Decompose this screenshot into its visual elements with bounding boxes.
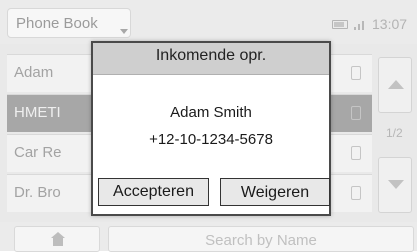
status-bar: Phone Book 13:07 bbox=[0, 0, 417, 44]
contact-name: Car Re bbox=[14, 144, 62, 161]
phone-icon bbox=[351, 186, 361, 200]
contact-name: HMETI bbox=[14, 104, 61, 121]
contact-name: Adam bbox=[14, 64, 54, 81]
phone-icon bbox=[351, 146, 361, 160]
accept-button[interactable]: Accepteren bbox=[98, 178, 209, 206]
caller-name: Adam Smith bbox=[170, 104, 252, 121]
phone-book-label: Phone Book bbox=[16, 15, 98, 32]
contact-name: Dr. Bro bbox=[14, 184, 61, 201]
scroll-down-button[interactable] bbox=[378, 157, 412, 213]
arrow-up-icon bbox=[388, 80, 404, 89]
clock: 13:07 bbox=[372, 16, 408, 32]
arrow-down-icon bbox=[388, 180, 404, 189]
decline-button[interactable]: Weigeren bbox=[220, 178, 330, 206]
bottom-bar: Search by Name bbox=[0, 222, 417, 252]
scroll-column: 1/2 bbox=[378, 57, 412, 213]
search-label: Search by Name bbox=[205, 232, 317, 249]
caller-number: +12-10-1234-5678 bbox=[149, 131, 273, 148]
battery-icon bbox=[332, 20, 348, 29]
scroll-up-button[interactable] bbox=[378, 57, 412, 113]
home-icon bbox=[51, 232, 65, 246]
page-indicator: 1/2 bbox=[386, 126, 403, 140]
incoming-call-dialog: Inkomende opr. Adam Smith +12-10-1234-56… bbox=[91, 41, 331, 216]
chevron-down-icon bbox=[120, 29, 128, 34]
home-button[interactable] bbox=[14, 226, 100, 252]
phone-icon bbox=[351, 66, 361, 80]
dialog-title: Inkomende opr. bbox=[155, 47, 267, 64]
phone-book-dropdown[interactable]: Phone Book bbox=[7, 8, 131, 38]
dialog-header: Inkomende opr. bbox=[93, 43, 329, 75]
phone-icon bbox=[351, 106, 361, 120]
signal-icon bbox=[354, 16, 368, 30]
search-by-name-button[interactable]: Search by Name bbox=[108, 226, 414, 252]
phone-screen: Phone Book 13:07 Adam HMETI Car Re Dr. B… bbox=[0, 0, 417, 252]
